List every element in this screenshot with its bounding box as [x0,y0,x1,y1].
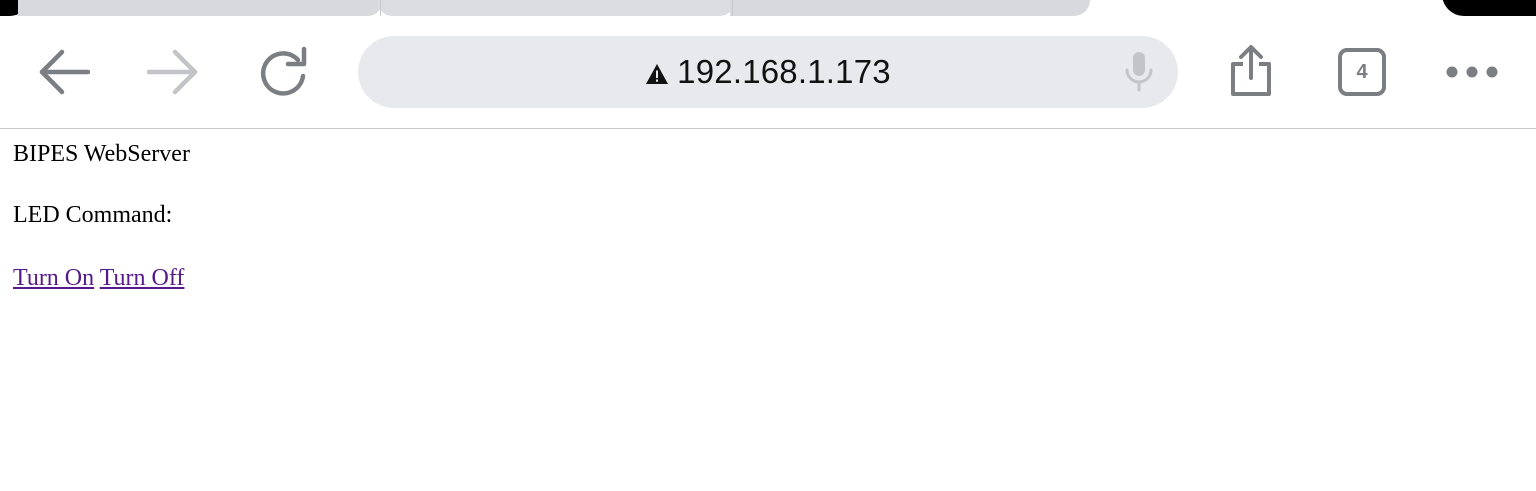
page-heading-text: BIPES WebServer [13,141,190,167]
reload-icon [260,46,307,96]
back-button[interactable] [38,48,90,96]
tab-count-label: 4 [1356,60,1368,83]
led-command-label: LED Command: [13,202,173,228]
address-bar-content: 192.168.1.173 [358,36,1178,108]
browser-tab-2[interactable] [378,0,734,16]
tabs-button[interactable]: 4 [1338,48,1386,96]
more-icon [1446,66,1498,78]
tab-strip [0,0,1536,16]
browser-tab-1[interactable] [18,0,382,16]
microphone-icon [1125,52,1153,92]
browser-tab-3[interactable] [730,0,1090,16]
share-button[interactable] [1228,44,1274,98]
voice-search-button[interactable] [1122,50,1156,94]
reload-button[interactable] [258,46,310,98]
url-text: 192.168.1.173 [677,53,891,90]
turn-off-link[interactable]: Turn Off [100,265,185,291]
address-bar[interactable]: 192.168.1.173 [358,36,1178,108]
toolbar-divider [0,128,1536,129]
tab-separator [732,0,733,16]
more-button[interactable] [1444,64,1502,80]
turn-on-link[interactable]: Turn On [13,265,94,291]
led-command-links: Turn On Turn Off [13,265,184,292]
forward-arrow-icon [147,49,198,95]
back-arrow-icon [39,49,90,95]
warning-triangle-icon [646,63,669,84]
share-icon [1231,45,1271,96]
forward-button[interactable] [147,48,199,96]
tab-strip-edge-right [1442,0,1536,16]
tab-separator [380,0,381,16]
